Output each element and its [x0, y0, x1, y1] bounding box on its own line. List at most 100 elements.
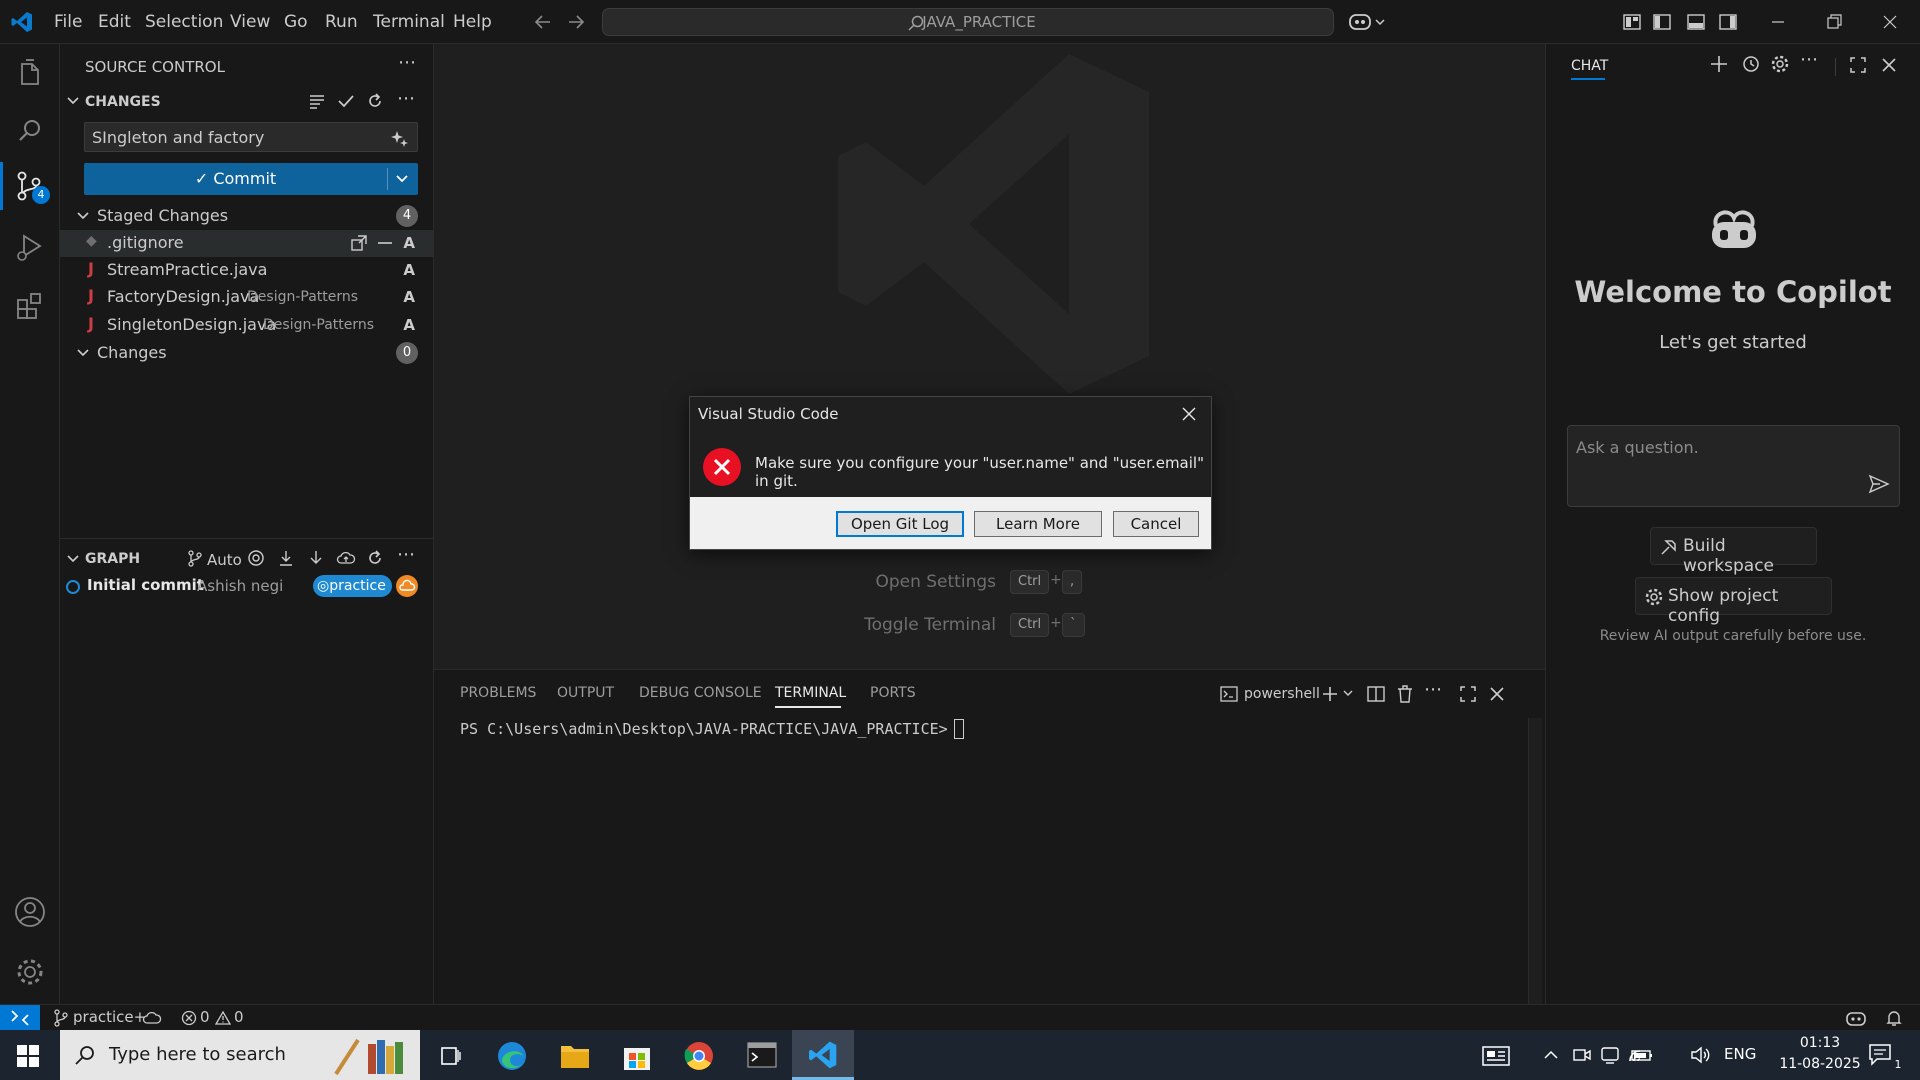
- panel-more-icon[interactable]: ⋯: [1424, 679, 1442, 700]
- more-actions-icon[interactable]: ⋯: [398, 52, 416, 73]
- new-chat-icon[interactable]: [1709, 54, 1729, 74]
- terminal-prompt[interactable]: PS C:\Users\admin\Desktop\JAVA-PRACTICE\…: [460, 720, 948, 738]
- new-terminal-icon[interactable]: [1320, 684, 1340, 704]
- chevron-down-icon[interactable]: [66, 552, 80, 566]
- windows-start-icon[interactable]: [16, 1044, 40, 1068]
- customize-layout-icon[interactable]: [1622, 12, 1642, 32]
- terminal-app-icon[interactable]: [747, 1042, 777, 1068]
- chrome-icon[interactable]: [683, 1040, 715, 1072]
- menu-terminal[interactable]: Terminal: [373, 12, 445, 32]
- news-widget-icon[interactable]: [1482, 1045, 1510, 1067]
- graph-more-icon[interactable]: ⋯: [397, 544, 415, 565]
- menu-go[interactable]: Go: [284, 12, 308, 32]
- sparkle-icon[interactable]: [391, 129, 409, 147]
- restore-icon[interactable]: [1824, 12, 1844, 32]
- list-item[interactable]: J SingletonDesign.java Design-Patterns A: [60, 312, 433, 339]
- list-item[interactable]: ◆ .gitignore A: [60, 230, 433, 257]
- commit-dropdown-icon[interactable]: [394, 172, 410, 186]
- list-item[interactable]: J StreamPractice.java A: [60, 257, 433, 284]
- cloud-push-icon[interactable]: [336, 549, 356, 567]
- graph-header[interactable]: GRAPH: [85, 551, 140, 567]
- language-indicator[interactable]: ENG: [1724, 1045, 1756, 1063]
- commit-row[interactable]: Initial commit Ashish negi ◎practice: [60, 573, 433, 600]
- battery-icon[interactable]: [1630, 1045, 1654, 1065]
- terminal-scrollbar[interactable]: [1528, 718, 1542, 1005]
- edge-browser-icon[interactable]: [496, 1040, 528, 1072]
- microsoft-store-icon[interactable]: [621, 1040, 653, 1072]
- changes-header[interactable]: CHANGES: [85, 94, 161, 110]
- show-project-config-button[interactable]: Show project config: [1635, 577, 1832, 626]
- menu-selection[interactable]: Selection: [145, 12, 223, 32]
- vscode-taskbar-button[interactable]: [792, 1030, 854, 1080]
- close-chat-icon[interactable]: [1880, 56, 1898, 74]
- split-terminal-icon[interactable]: [1367, 685, 1385, 703]
- send-icon[interactable]: [1868, 474, 1890, 494]
- cancel-button[interactable]: Cancel: [1113, 511, 1199, 537]
- changes-more-icon[interactable]: ⋯: [397, 88, 415, 109]
- chat-settings-gear-icon[interactable]: [1770, 54, 1790, 74]
- warning-count[interactable]: 0: [234, 1008, 244, 1026]
- chat-input[interactable]: Ask a question.: [1567, 425, 1900, 507]
- extensions-icon[interactable]: [12, 288, 48, 324]
- commit-message-input[interactable]: SIngleton and factory: [84, 122, 418, 152]
- build-workspace-button[interactable]: Build workspace: [1650, 527, 1817, 576]
- menu-view[interactable]: View: [230, 12, 270, 32]
- learn-more-button[interactable]: Learn More: [974, 511, 1102, 537]
- sync-icon[interactable]: [142, 1009, 162, 1027]
- remote-indicator[interactable]: [0, 1005, 40, 1031]
- forward-arrow-icon[interactable]: [566, 12, 586, 32]
- commit-check-icon[interactable]: [337, 92, 355, 110]
- branch-name[interactable]: practice+: [73, 1008, 146, 1026]
- changes-group[interactable]: Changes 0: [60, 340, 433, 367]
- tab-terminal[interactable]: TERMINAL: [775, 685, 846, 701]
- volume-icon[interactable]: [1690, 1045, 1712, 1065]
- chevron-down-icon[interactable]: [66, 94, 80, 108]
- trash-icon[interactable]: [1396, 684, 1414, 704]
- close-panel-icon[interactable]: [1488, 685, 1506, 703]
- file-explorer-icon[interactable]: [559, 1042, 591, 1070]
- accounts-icon[interactable]: [12, 894, 48, 930]
- tab-problems[interactable]: PROBLEMS: [460, 685, 536, 701]
- pull-icon[interactable]: [307, 549, 325, 567]
- menu-edit[interactable]: Edit: [98, 12, 131, 32]
- tab-debug-console[interactable]: DEBUG CONSOLE: [639, 685, 762, 701]
- branch-icon[interactable]: [186, 549, 204, 567]
- shell-name[interactable]: powershell: [1244, 686, 1320, 702]
- copilot-icon[interactable]: [1348, 10, 1388, 34]
- tab-output[interactable]: OUTPUT: [557, 685, 614, 701]
- settings-gear-icon[interactable]: [12, 954, 48, 990]
- error-count-icon[interactable]: [181, 1010, 197, 1026]
- maximize-panel-icon[interactable]: [1459, 685, 1477, 703]
- notifications-bell-icon[interactable]: [1884, 1008, 1904, 1028]
- device-icon[interactable]: [1600, 1045, 1620, 1065]
- chat-title[interactable]: CHAT: [1571, 58, 1608, 74]
- target-icon[interactable]: [247, 549, 265, 567]
- view-as-tree-icon[interactable]: [308, 92, 326, 110]
- task-view-icon[interactable]: [438, 1044, 462, 1068]
- run-debug-icon[interactable]: [12, 230, 48, 266]
- minimize-icon[interactable]: [1768, 12, 1788, 32]
- unstage-icon[interactable]: [376, 234, 394, 252]
- clock-date[interactable]: 11-08-2025: [1770, 1056, 1870, 1072]
- chat-more-icon[interactable]: ⋯: [1800, 49, 1818, 70]
- tab-ports[interactable]: PORTS: [870, 685, 916, 701]
- menu-run[interactable]: Run: [325, 12, 358, 32]
- open-git-log-button[interactable]: Open Git Log: [836, 511, 964, 537]
- close-window-icon[interactable]: [1880, 12, 1900, 32]
- list-item[interactable]: J FactoryDesign.java Design-Patterns A: [60, 284, 433, 311]
- menu-file[interactable]: File: [54, 12, 82, 32]
- clock-time[interactable]: 01:13: [1790, 1035, 1850, 1051]
- command-center-search[interactable]: JAVA_PRACTICE: [602, 8, 1334, 36]
- maximize-chat-icon[interactable]: [1849, 56, 1867, 74]
- error-count[interactable]: 0: [200, 1008, 210, 1026]
- staged-changes-group[interactable]: Staged Changes 4: [60, 203, 433, 230]
- toggle-primary-sidebar-icon[interactable]: [1652, 12, 1672, 32]
- graph-auto-label[interactable]: Auto: [207, 551, 242, 569]
- show-hidden-icons-icon[interactable]: [1543, 1047, 1559, 1063]
- taskbar-search-box[interactable]: Type here to search: [60, 1030, 420, 1080]
- toggle-panel-icon[interactable]: [1686, 12, 1706, 32]
- refresh-icon[interactable]: [366, 92, 384, 110]
- back-arrow-icon[interactable]: [533, 12, 553, 32]
- graph-refresh-icon[interactable]: [366, 549, 384, 567]
- commit-button[interactable]: ✓ Commit: [84, 163, 418, 195]
